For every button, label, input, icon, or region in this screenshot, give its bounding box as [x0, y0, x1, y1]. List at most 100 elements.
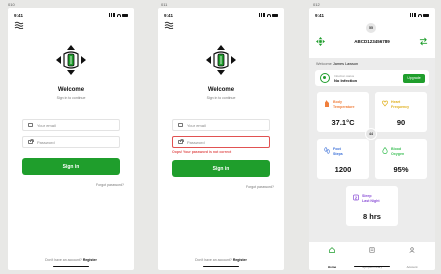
no-account-text: Don't have an account?	[195, 258, 232, 262]
wifi-icon	[116, 13, 121, 17]
welcome-subtitle: Sign in to continue	[56, 96, 86, 100]
mail-icon	[28, 123, 33, 127]
wifi-icon	[266, 13, 271, 17]
register-link[interactable]: Register	[233, 258, 247, 262]
signal-icon	[410, 13, 416, 17]
app-logo-icon	[206, 45, 236, 75]
status-bar: 9:41	[164, 12, 278, 18]
welcome-title: Welcome	[57, 87, 85, 93]
metric-label-line1: Body	[333, 100, 342, 104]
home-indicator	[354, 265, 390, 267]
metric-card-sleep[interactable]: Sleep Last Night 8 hrs	[346, 186, 398, 226]
device-id: ABCD123456789	[354, 39, 390, 44]
welcome-subtitle: Sign in to continue	[206, 96, 236, 100]
infection-status-label: Infection status	[334, 73, 355, 78]
metric-label-line2: Last Night	[362, 198, 380, 203]
metric-card-blood-oxygen[interactable]: Blood Oxygen 95%	[375, 139, 427, 179]
infection-status-icon	[320, 73, 330, 83]
password-field[interactable]: Password	[22, 136, 120, 148]
signal-icon	[259, 13, 265, 17]
welcome-user-line: Welcome James Lawson	[316, 62, 358, 66]
metric-card-foot-steps[interactable]: Foot Steps 1200	[317, 139, 369, 179]
email-placeholder: Your email	[187, 122, 206, 128]
metric-label-line2: Steps	[333, 151, 343, 156]
sleep-icon	[353, 194, 359, 201]
battery-icon	[272, 13, 278, 17]
wifi-icon	[417, 13, 422, 17]
account-icon	[409, 247, 415, 253]
brand-wave-icon	[164, 21, 174, 29]
frame-label-1: 010	[8, 2, 15, 7]
diary-icon	[369, 247, 375, 253]
swap-device-icon[interactable]	[419, 37, 428, 46]
footprints-icon	[324, 147, 330, 154]
login-error-screen: 9:41 Welcome Sign in to continue Your em…	[158, 8, 284, 270]
lock-icon	[28, 138, 34, 144]
app-logo-icon	[56, 45, 86, 75]
register-prompt: Don't have an account? Register	[8, 258, 134, 262]
register-link[interactable]: Register	[83, 258, 97, 262]
forgot-password-link[interactable]: Forgot password?	[96, 183, 124, 187]
signal-icon	[109, 13, 115, 17]
frame-label-2: 011	[161, 2, 168, 7]
status-bar: 9:41	[315, 12, 429, 18]
sign-in-button[interactable]: Sign in	[22, 158, 120, 175]
metric-label-line2: Oxygen	[391, 151, 405, 156]
user-name: James Lawson	[332, 62, 359, 66]
status-time: 9:41	[14, 12, 24, 18]
home-icon	[329, 247, 335, 253]
hand-icon	[325, 100, 329, 107]
metric-value: 8 hrs	[363, 212, 381, 221]
password-placeholder: Password	[37, 139, 55, 145]
status-bar: 9:41	[14, 12, 128, 18]
metric-label-line2: Frequency	[391, 104, 410, 109]
metric-label-line1: Foot	[333, 147, 341, 151]
infection-status-value: No Infection	[334, 78, 358, 83]
metric-card-heart-frequency[interactable]: Heart Frequency 90	[375, 92, 427, 132]
metric-label: Blood Oxygen	[391, 147, 404, 156]
metric-label: Body Temperature	[333, 100, 355, 109]
frame-label-3: 012	[313, 2, 320, 7]
sign-in-button[interactable]: Sign in	[172, 160, 270, 177]
annotation-badge-top: 55	[365, 22, 377, 34]
metric-label-line1: Sleep	[362, 194, 372, 198]
password-placeholder: Password	[187, 139, 205, 145]
home-indicator	[53, 265, 89, 267]
metric-label-line2: Temperature	[333, 104, 355, 109]
infection-status-card: Infection status No Infection Upgrade	[315, 70, 429, 86]
metric-label: Sleep Last Night	[362, 194, 380, 203]
metric-label: Foot Steps	[333, 147, 343, 156]
metric-value: 37.1°C	[331, 118, 355, 127]
register-prompt: Don't have an account? Register	[158, 258, 284, 262]
forgot-password-link[interactable]: Forgot password?	[246, 185, 274, 189]
email-field[interactable]: Your email	[22, 119, 120, 131]
metric-value: 90	[396, 118, 406, 127]
metric-label: Heart Frequency	[391, 100, 409, 109]
tab-home-label: Home	[327, 265, 337, 269]
email-placeholder: Your email	[37, 122, 56, 128]
mail-icon	[178, 123, 183, 127]
login-screen: 9:41 Welcome Sign in to continue Your em…	[8, 8, 134, 270]
tab-account-label: Account	[406, 265, 418, 269]
tab-account[interactable]: Account	[391, 247, 433, 270]
metric-label-line1: Heart	[391, 100, 401, 104]
status-time: 9:41	[315, 12, 325, 18]
password-error-message: Oops! Your password is not correct	[172, 150, 232, 154]
dashboard-screen: 9:41 55 ABCD123456789 Welcome James Laws…	[309, 8, 435, 270]
upgrade-button[interactable]: Upgrade	[403, 73, 425, 83]
battery-icon	[122, 13, 128, 17]
password-field-error[interactable]: Password	[172, 136, 270, 148]
drop-icon	[382, 147, 388, 154]
welcome-title: Welcome	[207, 87, 235, 93]
metric-label-line1: Blood	[391, 147, 402, 151]
brand-wave-icon	[14, 21, 24, 29]
no-account-text: Don't have an account?	[45, 258, 82, 262]
tab-home[interactable]: Home	[311, 247, 353, 270]
status-time: 9:41	[164, 12, 174, 18]
welcome-prefix: Welcome	[316, 62, 332, 66]
home-indicator	[203, 265, 239, 267]
metric-value: 1200	[334, 165, 352, 174]
email-field[interactable]: Your email	[172, 119, 270, 131]
metric-card-body-temperature[interactable]: Body Temperature 37.1°C	[317, 92, 369, 132]
heart-icon	[382, 100, 388, 107]
